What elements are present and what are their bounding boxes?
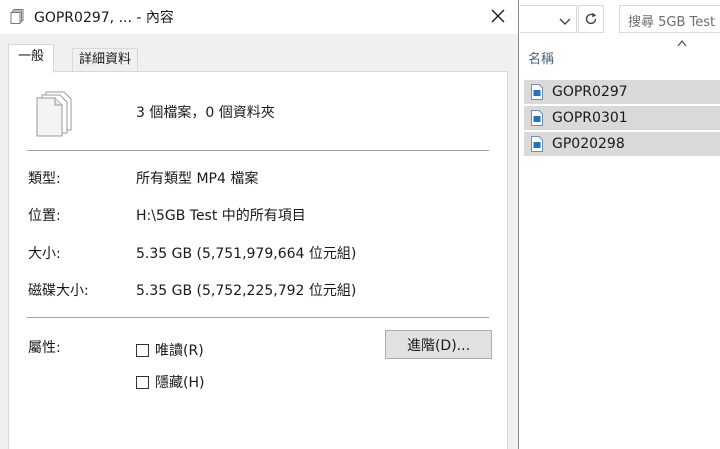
dialog-client-area: 一般 詳細資料 3 個檔案，0 個資料夾 類型: 所有類型 MP4 檔案 位置:… xyxy=(0,34,518,449)
hidden-checkbox[interactable]: 隱藏(H) xyxy=(136,372,204,392)
search-input[interactable]: 搜尋 5GB Test xyxy=(619,5,720,33)
properties-dialog: GOPR0297, ... - 內容 一般 詳細資料 3 個檔案，0 個資料夾 … xyxy=(0,0,519,449)
sort-ascending-icon xyxy=(677,40,687,47)
hidden-label: 隱藏(H) xyxy=(155,375,205,391)
file-name: GOPR0297 xyxy=(552,84,628,100)
dialog-title: GOPR0297, ... - 內容 xyxy=(34,10,174,26)
video-file-icon xyxy=(531,136,543,152)
refresh-button[interactable] xyxy=(578,5,604,33)
title-bar[interactable]: GOPR0297, ... - 內容 xyxy=(0,0,518,34)
separator xyxy=(27,150,489,151)
size-on-disk-label: 磁碟大小: xyxy=(28,283,89,299)
readonly-label: 唯讀(R) xyxy=(155,343,204,359)
general-tab-panel: 3 個檔案，0 個資料夾 類型: 所有類型 MP4 檔案 位置: H:\5GB … xyxy=(8,71,508,449)
separator xyxy=(27,317,489,318)
checkbox-box[interactable] xyxy=(136,375,149,389)
file-list-item[interactable]: GP020298 xyxy=(524,132,720,156)
refresh-icon xyxy=(585,12,597,25)
attributes-label: 屬性: xyxy=(28,340,61,356)
size-on-disk-value: 5.35 GB (5,752,225,792 位元組) xyxy=(136,283,357,299)
location-value: H:\5GB Test 中的所有項目 xyxy=(136,208,306,224)
multiple-files-icon xyxy=(10,9,24,24)
video-file-icon xyxy=(531,110,543,126)
file-list-item[interactable]: GOPR0301 xyxy=(524,106,720,130)
tab-general[interactable]: 一般 xyxy=(8,44,55,73)
size-label: 大小: xyxy=(28,246,61,262)
file-explorer-window: 搜尋 5GB Test 名稱 GOPR0297 GOPR0301 GP02029… xyxy=(520,0,720,449)
file-list-item[interactable]: GOPR0297 xyxy=(524,80,720,104)
size-value: 5.35 GB (5,751,979,664 位元組) xyxy=(136,246,357,262)
file-name: GP020298 xyxy=(552,136,625,152)
address-bar[interactable] xyxy=(520,5,577,33)
file-name: GOPR0301 xyxy=(552,110,628,126)
advanced-button[interactable]: 進階(D)... xyxy=(385,330,492,359)
checkbox-box[interactable] xyxy=(136,343,149,357)
selection-summary: 3 個檔案，0 個資料夾 xyxy=(136,105,275,121)
close-button[interactable] xyxy=(478,0,518,32)
multiple-files-icon xyxy=(36,91,72,137)
type-label: 類型: xyxy=(28,171,61,187)
column-header-name[interactable]: 名稱 xyxy=(528,48,554,67)
tab-details[interactable]: 詳細資料 xyxy=(72,48,139,72)
chevron-down-icon[interactable] xyxy=(557,13,573,29)
video-file-icon xyxy=(531,84,543,100)
type-value: 所有類型 MP4 檔案 xyxy=(136,171,259,187)
close-icon xyxy=(491,9,505,23)
location-label: 位置: xyxy=(28,208,61,224)
readonly-checkbox[interactable]: 唯讀(R) xyxy=(136,340,204,360)
